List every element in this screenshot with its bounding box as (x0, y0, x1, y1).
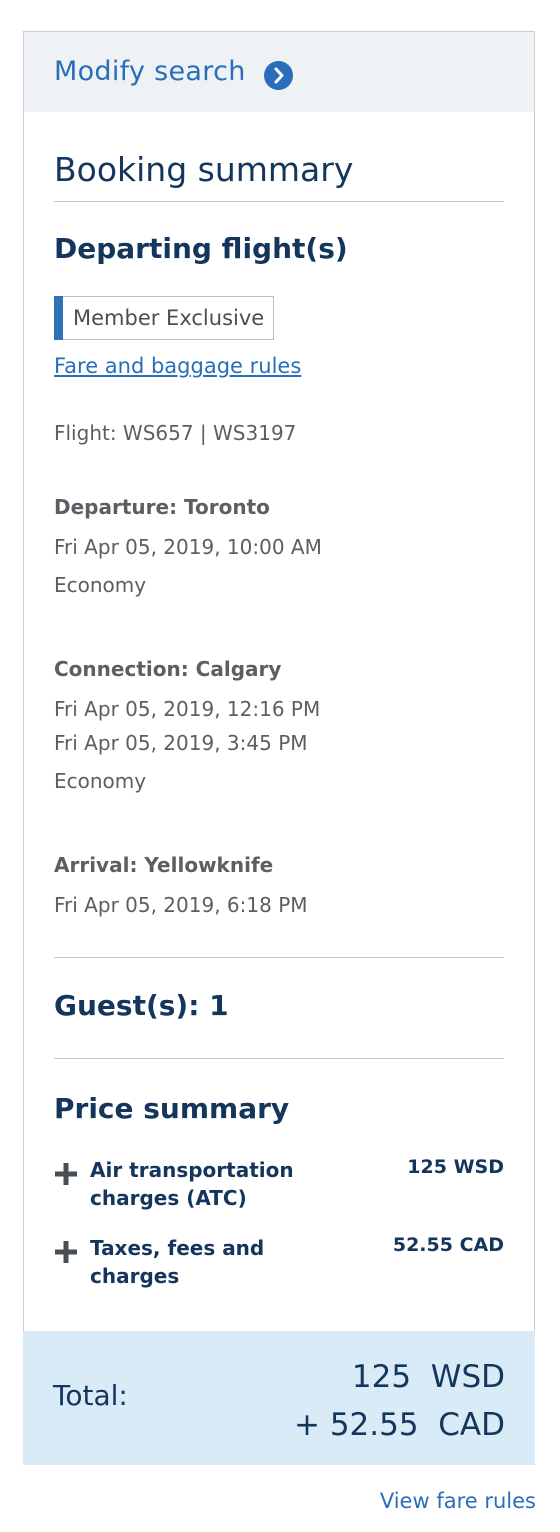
fare-baggage-rules-link[interactable]: Fare and baggage rules (54, 354, 301, 378)
guests-count: Guest(s): 1 (54, 989, 229, 1022)
atc-amount: 125 WSD (407, 1156, 504, 1178)
connection-cabin: Economy (54, 769, 147, 793)
view-fare-rules-link[interactable]: View fare rules (380, 1489, 536, 1513)
modify-search-bar: Modify search (24, 32, 534, 112)
plus-icon[interactable] (54, 1240, 78, 1264)
total-amount-cad: + 52.55 CAD (293, 1407, 505, 1443)
divider (54, 1058, 504, 1059)
member-exclusive-badge: Member Exclusive (53, 295, 274, 340)
total-label: Total: (53, 1379, 128, 1412)
divider (54, 957, 504, 958)
atc-label[interactable]: Air transportation charges (ATC) (90, 1156, 330, 1212)
arrival-label: Arrival: Yellowknife (54, 853, 274, 877)
connection-arrive-datetime: Fri Apr 05, 2019, 12:16 PM (54, 697, 321, 721)
taxes-label[interactable]: Taxes, fees and charges (90, 1234, 330, 1290)
connection-label: Connection: Calgary (54, 657, 282, 681)
plus-icon[interactable] (54, 1162, 78, 1186)
departure-cabin: Economy (54, 573, 147, 597)
departure-label: Departure: Toronto (54, 495, 270, 519)
departing-flights-heading: Departing flight(s) (54, 232, 348, 265)
booking-summary-card: Modify search Booking summary Departing … (23, 31, 535, 1331)
badge-label: Member Exclusive (73, 306, 265, 330)
total-bar: Total: 125 WSD + 52.55 CAD (23, 1331, 535, 1465)
chevron-right-icon[interactable] (264, 61, 293, 90)
divider (54, 201, 504, 202)
departure-datetime: Fri Apr 05, 2019, 10:00 AM (54, 535, 322, 559)
taxes-amount: 52.55 CAD (392, 1234, 504, 1256)
modify-search-link[interactable]: Modify search (54, 56, 246, 87)
arrival-datetime: Fri Apr 05, 2019, 6:18 PM (54, 893, 308, 917)
total-amount-wsd: 125 WSD (351, 1359, 505, 1395)
price-summary-heading: Price summary (54, 1092, 290, 1125)
flight-numbers: Flight: WS657 | WS3197 (54, 421, 297, 445)
connection-depart-datetime: Fri Apr 05, 2019, 3:45 PM (54, 731, 308, 755)
badge-accent-bar (53, 295, 63, 340)
booking-summary-title: Booking summary (54, 150, 354, 189)
